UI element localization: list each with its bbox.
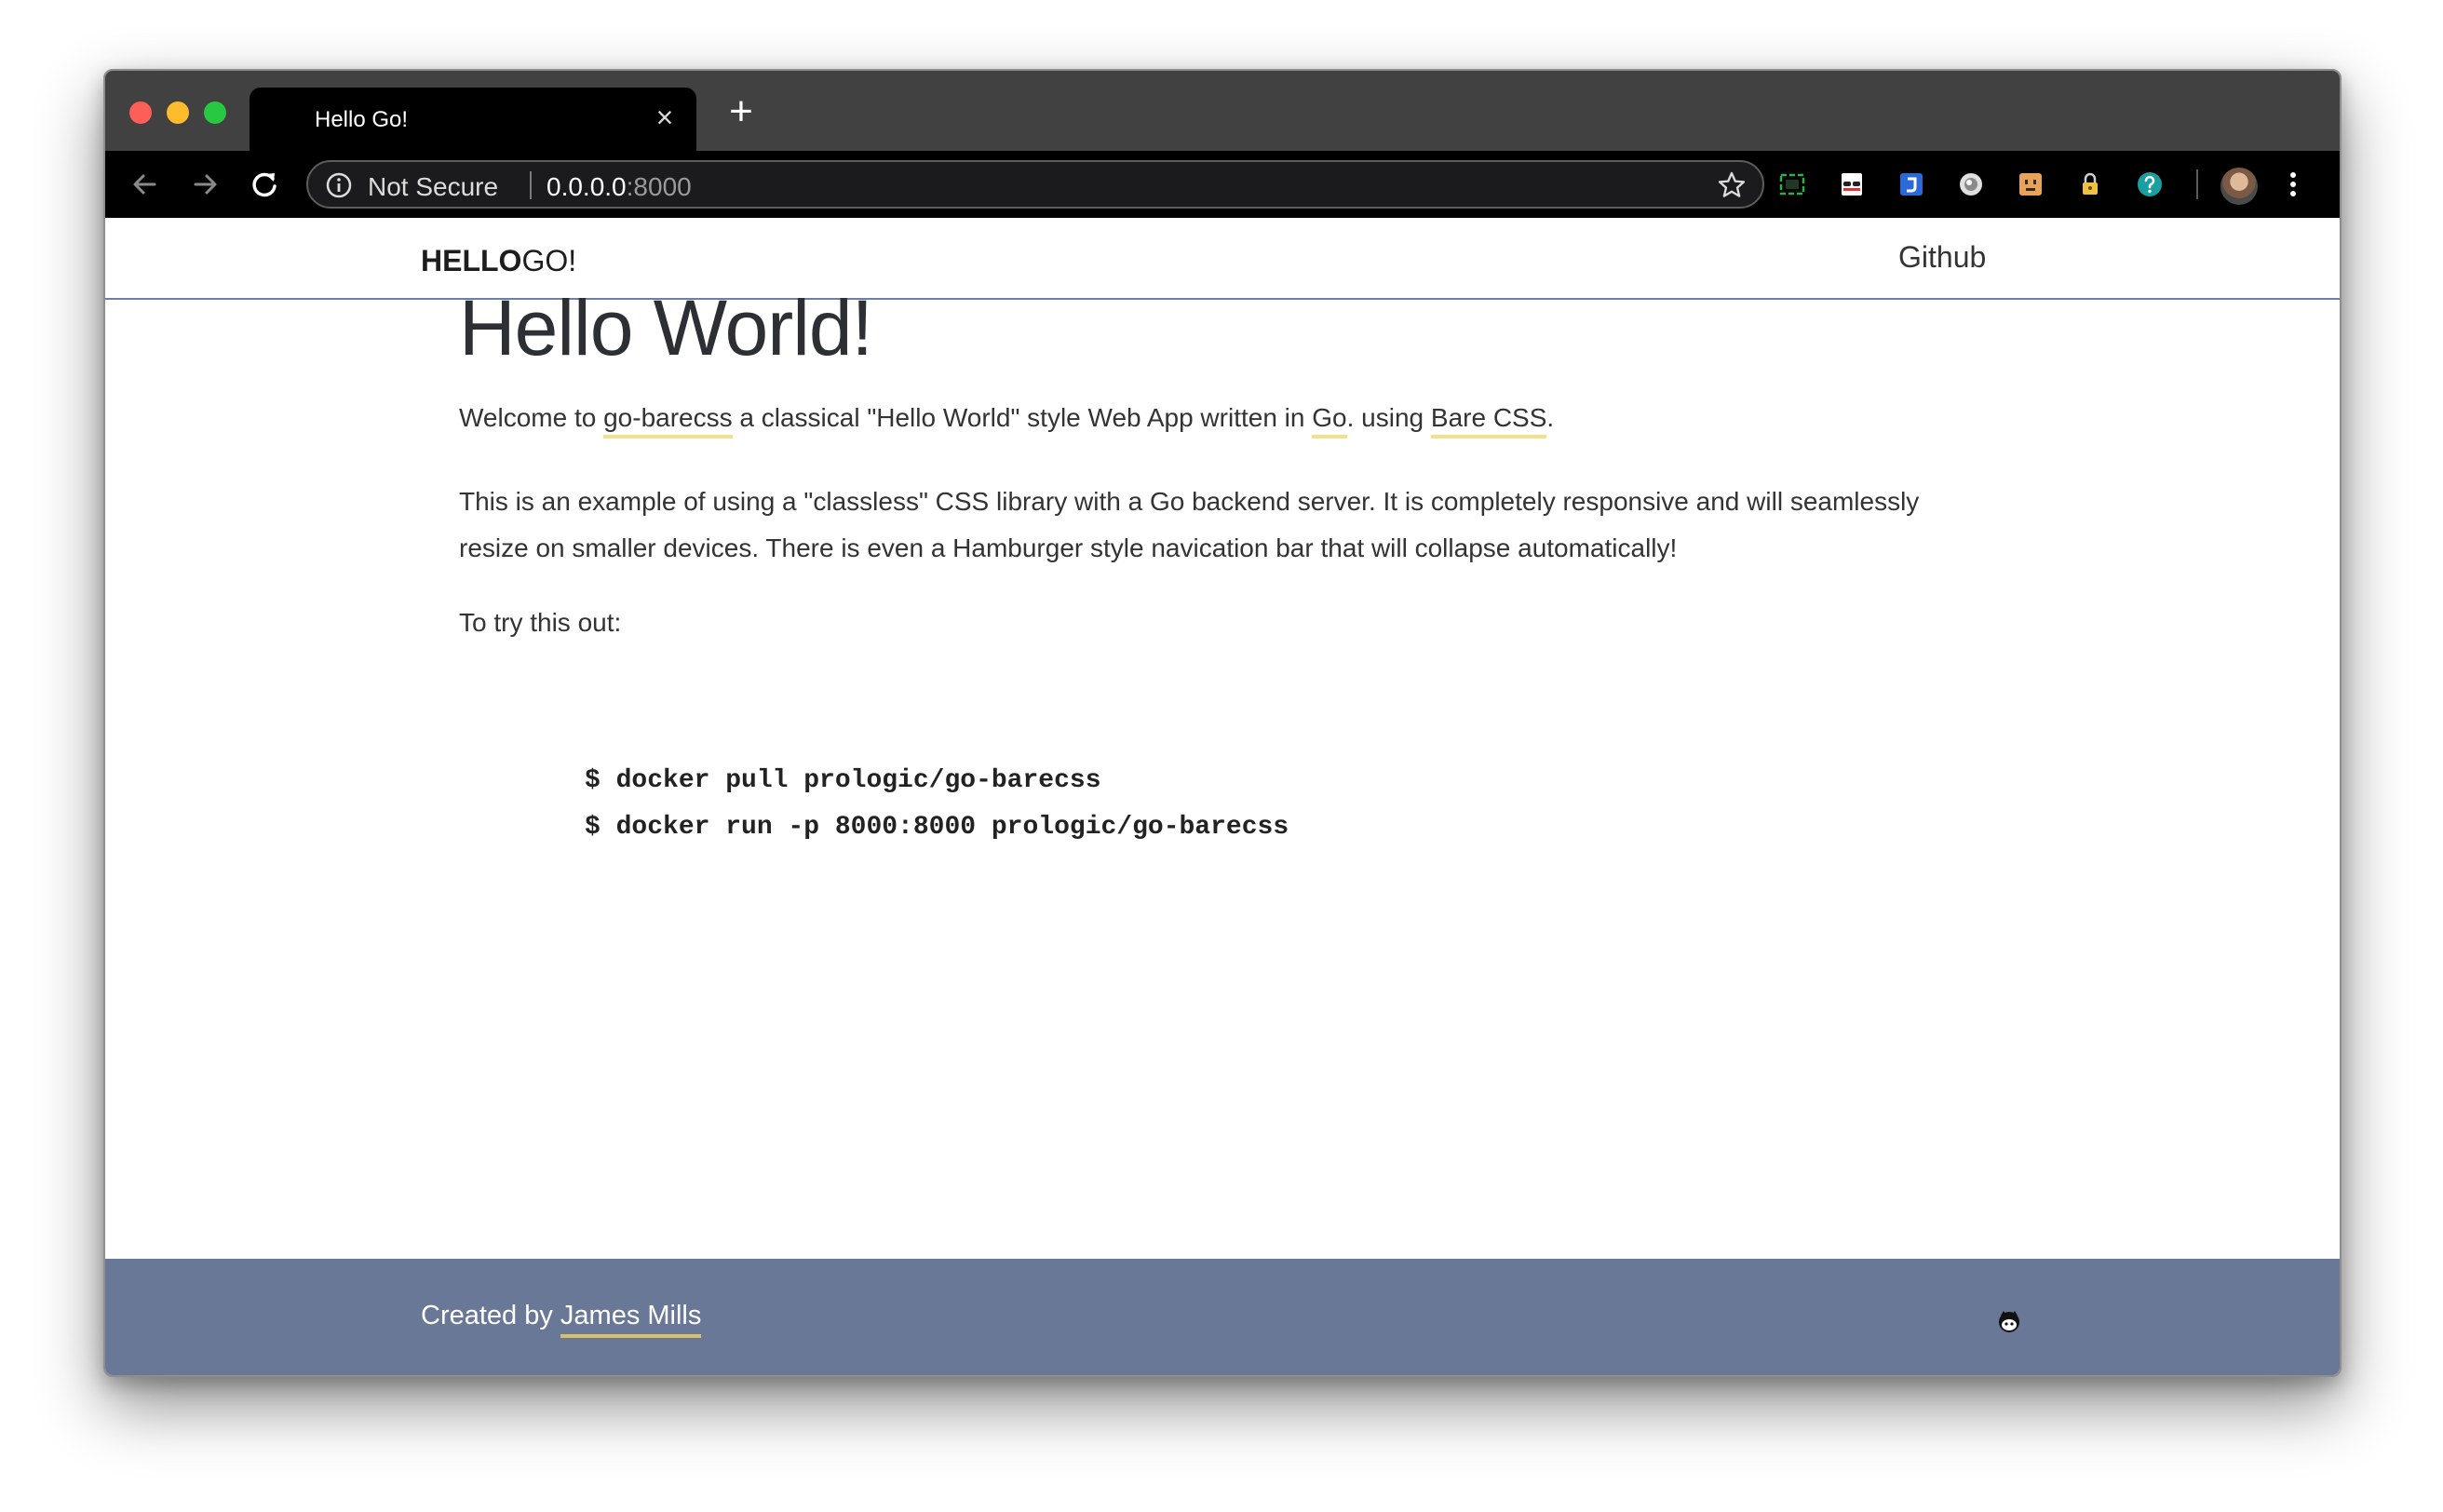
incognito-extension-icon[interactable]: [1837, 169, 1867, 199]
lock-extension-icon[interactable]: [2075, 169, 2105, 199]
go-link[interactable]: Go: [1312, 403, 1347, 439]
security-label[interactable]: Not Secure: [368, 172, 498, 202]
toolbar-divider: [2196, 169, 2198, 199]
star-icon[interactable]: [1716, 169, 1748, 201]
new-tab-button[interactable]: +: [722, 89, 760, 134]
intro-paragraph: Welcome to go-barecss a classical "Hello…: [459, 395, 1554, 441]
info-icon[interactable]: [325, 171, 353, 199]
code-block: $ docker pull prologic/go-barecss $ dock…: [585, 758, 1289, 851]
site-footer: Created by James Mills: [105, 1259, 2340, 1375]
url-host: 0.0.0.0: [547, 172, 627, 201]
active-tab[interactable]: Hello Go! ×: [250, 88, 696, 151]
github-nav-link[interactable]: Github: [1898, 240, 1986, 275]
kebab-menu-icon[interactable]: [2284, 168, 2302, 201]
tab-title: Hello Go!: [315, 107, 409, 132]
tab-close-icon[interactable]: ×: [652, 101, 678, 134]
close-window-button[interactable]: [129, 101, 152, 124]
footer-created-by: Created by: [421, 1301, 560, 1330]
tab-strip: Hello Go! × +: [105, 71, 2340, 151]
url-port: :8000: [626, 172, 692, 201]
site-navbar: HELLOGO! Github: [105, 218, 2340, 300]
face-extension-icon[interactable]: [2016, 169, 2045, 199]
author-link[interactable]: James Mills: [560, 1301, 702, 1338]
maximize-window-button[interactable]: [204, 101, 226, 124]
description-paragraph: This is an example of using a "classless…: [459, 487, 1920, 562]
code-line: $ docker pull prologic/go-barecss: [585, 766, 1101, 795]
minimize-window-button[interactable]: [167, 101, 189, 124]
reload-icon[interactable]: [244, 164, 285, 205]
screenshot-extension-icon[interactable]: [1777, 169, 1807, 199]
intro-text-3: . using: [1346, 403, 1431, 432]
intro-text-2: a classical "Hello World" style Web App …: [732, 403, 1313, 432]
brand-rest: GO!: [521, 244, 577, 277]
address-bar[interactable]: Not Secure 0.0.0.0:8000: [306, 160, 1764, 209]
address-bar-divider: [530, 171, 532, 199]
footer-credit: Created by James Mills: [421, 1301, 702, 1338]
forward-arrow-icon[interactable]: [184, 164, 225, 205]
circle-extension-icon[interactable]: [1956, 169, 1986, 199]
go-barecss-link[interactable]: go-barecss: [603, 403, 733, 439]
code-line: $ docker run -p 8000:8000 prologic/go-ba…: [585, 813, 1289, 842]
github-icon[interactable]: [1995, 1307, 2023, 1335]
bare-css-link[interactable]: Bare CSS: [1430, 403, 1547, 439]
help-extension-icon[interactable]: [2135, 169, 2165, 199]
browser-toolbar: Not Secure 0.0.0.0:8000: [105, 151, 2340, 218]
intro-text-1: Welcome to: [459, 403, 604, 432]
browser-window: Hello Go! × + Not Secure 0.0.0.0:8000 HE…: [103, 69, 2342, 1377]
try-it-paragraph: To try this out:: [459, 608, 622, 637]
jira-extension-icon[interactable]: [1896, 169, 1926, 199]
intro-text-4: .: [1546, 403, 1555, 432]
web-page: HELLOGO! Github Hello World! Welcome to …: [105, 218, 2340, 1375]
back-arrow-icon[interactable]: [125, 164, 166, 205]
avatar[interactable]: [2220, 168, 2258, 205]
brand-bold: HELLO: [421, 244, 522, 277]
site-brand[interactable]: HELLOGO!: [421, 244, 576, 278]
page-title: Hello World!: [459, 284, 873, 371]
url-text[interactable]: 0.0.0.0:8000: [547, 172, 692, 202]
